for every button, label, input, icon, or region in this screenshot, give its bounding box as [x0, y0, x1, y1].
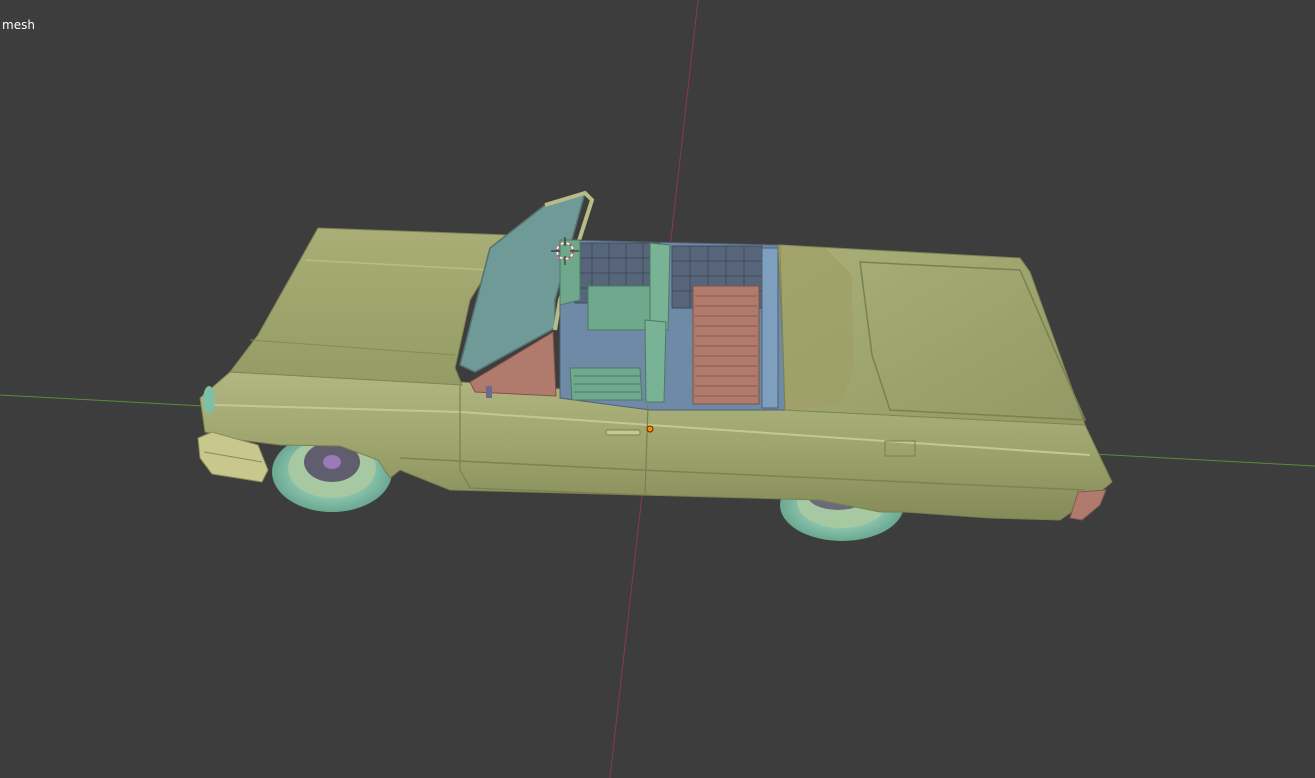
- door-handle: [605, 429, 641, 436]
- 3d-viewport[interactable]: mesh: [0, 0, 1315, 778]
- viewport-canvas[interactable]: [0, 0, 1315, 778]
- rear-seat: [692, 285, 760, 405]
- object-name-label: mesh: [2, 18, 35, 32]
- object-origin-icon: [646, 425, 654, 433]
- car-mesh[interactable]: [197, 190, 1113, 541]
